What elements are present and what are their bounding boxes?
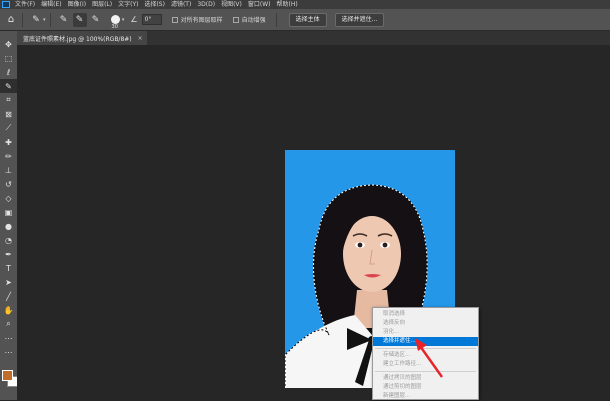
options-bar: ⌂ ✎ ▾ ✎ ✎ ✎ 30 ▾ ∠ 0° 对所有图层取样 自动增强 选择主体 …	[0, 9, 610, 31]
menu-layer[interactable]: 图层(L)	[89, 0, 115, 9]
menu-item-layer-via-copy[interactable]: 通过拷贝的图层	[373, 374, 478, 383]
menu-item-deselect[interactable]: 取消选择	[373, 310, 478, 319]
marquee-tool-icon[interactable]: ⬚	[0, 51, 17, 65]
chevron-down-icon[interactable]: ▾	[43, 17, 46, 23]
options-divider	[275, 12, 277, 27]
angle-input[interactable]: 0°	[141, 14, 162, 25]
options-divider	[22, 12, 23, 27]
dodge-tool-icon[interactable]: ◔	[0, 233, 17, 247]
document-tab[interactable]: 蓝底证件照素材.jpg @ 100%(RGB/8#) ×	[17, 31, 147, 45]
menu-select[interactable]: 选择(S)	[141, 0, 168, 9]
menu-item-layer-via-cut[interactable]: 通过剪切的图层	[373, 383, 478, 392]
home-icon[interactable]: ⌂	[4, 13, 18, 27]
menu-help[interactable]: 帮助(H)	[274, 0, 301, 9]
menu-item-save-selection[interactable]: 存储选区...	[373, 351, 478, 360]
select-and-mask-button[interactable]: 选择并遮住...	[334, 12, 385, 27]
menu-file[interactable]: 文件(F)	[12, 0, 38, 9]
select-subject-button[interactable]: 选择主体	[288, 12, 327, 27]
shape-tool-icon[interactable]: ╱	[0, 289, 17, 303]
menu-filter[interactable]: 滤镜(T)	[168, 0, 194, 9]
menu-3d[interactable]: 3D(D)	[194, 0, 218, 9]
auto-enhance-checkbox[interactable]	[232, 16, 239, 23]
color-swatches	[2, 370, 18, 388]
menu-window[interactable]: 窗口(W)	[245, 0, 274, 9]
gradient-tool-icon[interactable]: ▣	[0, 205, 17, 219]
lasso-tool-icon[interactable]: ℓ	[0, 65, 17, 79]
menu-item-make-work-path[interactable]: 建立工作路径...	[373, 360, 478, 369]
menu-item-select-and-mask[interactable]: 选择并遮住...	[373, 337, 478, 346]
zoom-tool-icon[interactable]: ⌕	[0, 317, 17, 331]
options-divider	[49, 12, 51, 27]
document-tab-bar: 蓝底证件照素材.jpg @ 100%(RGB/8#) ×	[17, 31, 610, 45]
foreground-color-swatch[interactable]	[2, 370, 13, 381]
context-menu: 取消选择 选择反向 羽化... 选择并遮住... 存储选区... 建立工作路径.…	[372, 307, 479, 400]
path-selection-tool-icon[interactable]: ➤	[0, 275, 17, 289]
menu-view[interactable]: 视图(V)	[218, 0, 245, 9]
menu-items: 文件(F) 编辑(E) 图像(I) 图层(L) 文字(Y) 选择(S) 滤镜(T…	[12, 0, 301, 9]
menu-type[interactable]: 文字(Y)	[115, 0, 141, 9]
subtract-from-selection-icon[interactable]: ✎	[89, 13, 103, 27]
history-brush-tool-icon[interactable]: ↺	[0, 177, 17, 191]
frame-tool-icon[interactable]: ⊠	[0, 107, 17, 121]
blur-tool-icon[interactable]: ●	[0, 219, 17, 233]
menu-item-select-inverse[interactable]: 选择反向	[373, 319, 478, 328]
menu-edit[interactable]: 编辑(E)	[38, 0, 64, 9]
menu-divider	[375, 348, 476, 349]
clone-stamp-tool-icon[interactable]: ⊥	[0, 163, 17, 177]
more-tools-icon[interactable]: ⋯	[0, 331, 17, 345]
healing-brush-tool-icon[interactable]: ✚	[0, 135, 17, 149]
document-tab-title: 蓝底证件照素材.jpg @ 100%(RGB/8#)	[23, 35, 132, 43]
new-selection-icon[interactable]: ✎	[57, 13, 71, 27]
move-tool-icon[interactable]: ✥	[0, 37, 17, 51]
pen-tool-icon[interactable]: ✒	[0, 247, 17, 261]
brush-size: 30	[111, 23, 118, 30]
close-icon[interactable]: ×	[138, 35, 143, 42]
tool-preset-icon[interactable]: ✎	[29, 13, 43, 27]
eyedropper-tool-icon[interactable]: ⟋	[0, 121, 17, 135]
eraser-tool-icon[interactable]: ◇	[0, 191, 17, 205]
auto-enhance-label: 自动增强	[241, 17, 266, 24]
menu-item-feather[interactable]: 羽化...	[373, 328, 478, 337]
brush-tool-icon[interactable]: ✏	[0, 149, 17, 163]
add-to-selection-icon[interactable]: ✎	[72, 12, 87, 27]
tools-panel: ✥ ⬚ ℓ ✎ ⌗ ⊠ ⟋ ✚ ✏ ⊥ ↺ ◇ ▣ ● ◔ ✒ T ➤ ╱ ✋ …	[0, 31, 17, 400]
sample-all-layers-label: 对所有图层取样	[180, 17, 223, 24]
chevron-down-icon[interactable]: ▾	[122, 17, 125, 23]
edit-toolbar-icon[interactable]: ⋯	[0, 345, 17, 359]
menu-image[interactable]: 图像(I)	[65, 0, 89, 9]
menu-divider	[375, 371, 476, 372]
angle-icon: ∠	[130, 15, 138, 24]
quick-selection-tool-icon[interactable]: ✎	[0, 79, 17, 93]
hand-tool-icon[interactable]: ✋	[0, 303, 17, 317]
menu-bar: 文件(F) 编辑(E) 图像(I) 图层(L) 文字(Y) 选择(S) 滤镜(T…	[0, 0, 610, 9]
crop-tool-icon[interactable]: ⌗	[0, 93, 17, 107]
type-tool-icon[interactable]: T	[0, 261, 17, 275]
sample-all-layers-checkbox[interactable]	[171, 16, 178, 23]
photoshop-logo-icon[interactable]	[0, 0, 12, 9]
